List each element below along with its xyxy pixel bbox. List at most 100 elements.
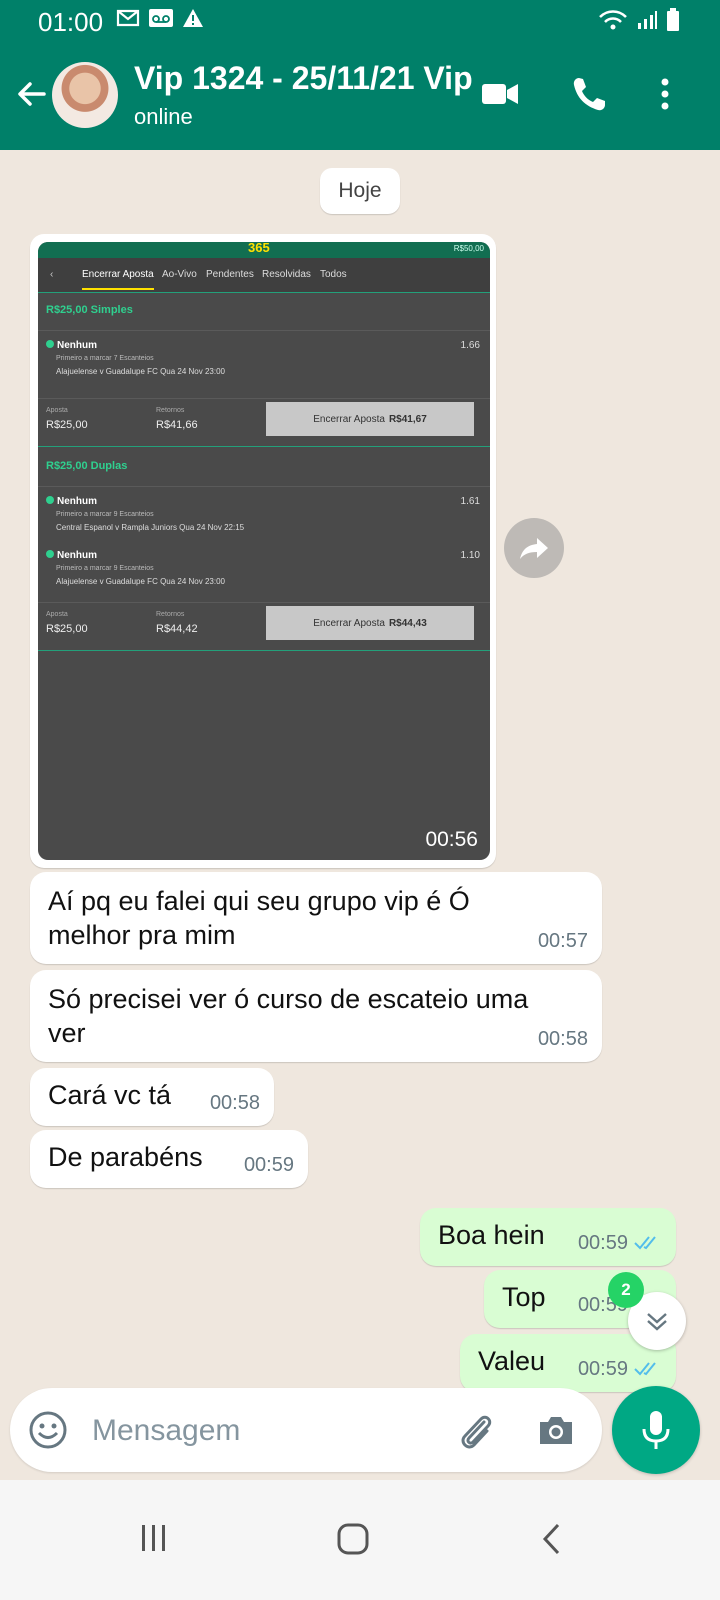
bet-tab: Todos	[320, 269, 347, 280]
status-time: 01:00	[38, 7, 104, 37]
message-text: Só precisei ver ó curso de escateio uma …	[48, 982, 528, 1050]
incoming-message[interactable]: Cará vc tá 00:58	[30, 1068, 274, 1126]
check-icon	[46, 550, 54, 558]
message-text: Boa hein	[438, 1218, 545, 1252]
return-label: Retornos	[156, 407, 185, 414]
bet-tab: Pendentes	[206, 269, 254, 280]
message-line: Valeu	[478, 1346, 546, 1376]
signal-icon	[638, 11, 657, 29]
divider	[38, 486, 490, 487]
chat-title[interactable]: Vip 1324 - 25/11/21 Vip	[134, 60, 474, 97]
message-input[interactable]	[90, 1410, 434, 1452]
message-line: Boa hein	[438, 1220, 545, 1250]
video-thumbnail[interactable]: 365 R$50,00 ‹ Encerrar Aposta Ao-Vivo Pe…	[38, 242, 490, 860]
stake-value: R$25,00	[46, 419, 88, 431]
message-time: 00:59	[243, 1154, 294, 1176]
check-icon	[46, 496, 54, 504]
stake-label: Aposta	[46, 611, 68, 618]
chat-status: online	[134, 104, 193, 129]
bet-selection: Nenhum	[46, 496, 97, 507]
message-line: De parabéns	[48, 1142, 203, 1172]
incoming-message[interactable]: De parabéns 00:59	[30, 1130, 308, 1188]
cashout-value: R$44,43	[388, 617, 427, 629]
incoming-message[interactable]: Só precisei ver ó curso de escateio uma …	[30, 970, 602, 1062]
message-composer	[10, 1388, 602, 1472]
system-icons	[598, 8, 680, 32]
message-meta: 00:58	[210, 1086, 260, 1120]
selection-market: Primeiro a marcar 9 Escanteios	[56, 565, 154, 572]
read-ticks-icon	[634, 1236, 656, 1250]
date-chip: Hoje	[320, 168, 400, 214]
selection-market: Primeiro a marcar 7 Escanteios	[56, 355, 154, 362]
selection-event: Alajuelense v Guadalupe FC Qua 24 Nov 23…	[56, 577, 225, 586]
selection-odd: 1.10	[460, 550, 480, 561]
attach-icon[interactable]	[456, 1408, 496, 1452]
bet-tab: Resolvidas	[262, 269, 311, 280]
bet-tab: Encerrar Aposta	[82, 269, 154, 290]
cashout-button: Encerrar Aposta R$41,67	[266, 402, 474, 436]
warning-icon	[183, 9, 203, 27]
message-time: 00:58	[209, 1092, 260, 1114]
bet-brand: 365	[248, 242, 270, 255]
message-text: Aí pq eu falei qui seu grupo vip é Ó mel…	[48, 884, 470, 952]
more-vert-icon[interactable]	[658, 74, 672, 114]
voice-record-button[interactable]	[612, 1386, 700, 1474]
message-line: Aí pq eu falei qui seu grupo vip é Ó	[48, 886, 470, 916]
message-text: Valeu	[478, 1344, 545, 1378]
outgoing-message[interactable]: Boa hein 00:59	[420, 1208, 676, 1266]
return-value: R$41,66	[156, 419, 198, 431]
emoji-icon[interactable]	[28, 1410, 68, 1450]
recent-apps-icon[interactable]	[138, 1522, 170, 1554]
camera-icon[interactable]	[536, 1410, 576, 1450]
message-time: 00:58	[537, 1028, 588, 1050]
bet-balance: R$50,00	[453, 244, 484, 253]
cashout-label: Encerrar Aposta	[313, 413, 385, 425]
message-line: Top	[502, 1282, 546, 1312]
divider	[38, 446, 490, 447]
return-label: Retornos	[156, 611, 185, 618]
chat-header: Vip 1324 - 25/11/21 Vip online	[0, 44, 720, 150]
chat-area[interactable]: Hoje 365 R$50,00 ‹ Encerrar Aposta Ao-Vi…	[0, 150, 720, 1408]
incoming-message[interactable]: Aí pq eu falei qui seu grupo vip é Ó mel…	[30, 872, 602, 964]
divider	[38, 650, 490, 651]
cashout-button: Encerrar Aposta R$44,43	[266, 606, 474, 640]
status-bar: 01:00	[0, 0, 720, 44]
divider	[38, 602, 490, 603]
cashout-label: Encerrar Aposta	[313, 617, 385, 629]
home-icon[interactable]	[336, 1522, 370, 1556]
video-message[interactable]: 365 R$50,00 ‹ Encerrar Aposta Ao-Vivo Pe…	[30, 234, 496, 868]
message-meta: 00:59	[244, 1148, 294, 1182]
forward-icon	[520, 538, 548, 559]
message-line: Só precisei ver ó curso de escateio uma	[48, 984, 529, 1014]
double-chevron-down-icon	[647, 1313, 667, 1331]
selection-name: Nenhum	[57, 340, 97, 351]
bet-app-topbar: 365 R$50,00	[38, 242, 490, 258]
message-text: De parabéns	[48, 1140, 203, 1174]
message-time: 00:59	[577, 1232, 628, 1254]
bet-tabs: ‹ Encerrar Aposta Ao-Vivo Pendentes Reso…	[38, 258, 490, 293]
message-line: melhor pra mim	[48, 920, 236, 950]
selection-name: Nenhum	[57, 550, 97, 561]
avatar[interactable]	[52, 62, 118, 128]
message-meta: 00:57	[538, 924, 588, 958]
bet-header: R$25,00 Duplas	[46, 460, 128, 472]
video-call-icon[interactable]	[480, 74, 520, 114]
back-arrow-icon[interactable]	[14, 76, 50, 112]
cashout-value: R$41,67	[388, 413, 427, 425]
notification-icons	[116, 8, 204, 28]
message-time: 00:59	[577, 1358, 628, 1380]
selection-market: Primeiro a marcar 9 Escanteios	[56, 511, 154, 518]
back-nav-icon[interactable]	[540, 1522, 564, 1556]
video-duration: 00:56	[425, 828, 478, 851]
voice-call-icon[interactable]	[570, 74, 608, 114]
divider	[38, 398, 490, 399]
gmail-icon	[116, 9, 140, 27]
selection-event: Alajuelense v Guadalupe FC Qua 24 Nov 23…	[56, 367, 225, 376]
bet-tab: Ao-Vivo	[162, 269, 197, 280]
message-text: Top	[502, 1280, 546, 1314]
selection-odd: 1.61	[460, 496, 480, 507]
microphone-icon	[642, 1411, 670, 1449]
forward-button[interactable]	[504, 518, 564, 578]
message-text: Cará vc tá	[48, 1078, 171, 1112]
bet-header: R$25,00 Simples	[46, 304, 133, 316]
